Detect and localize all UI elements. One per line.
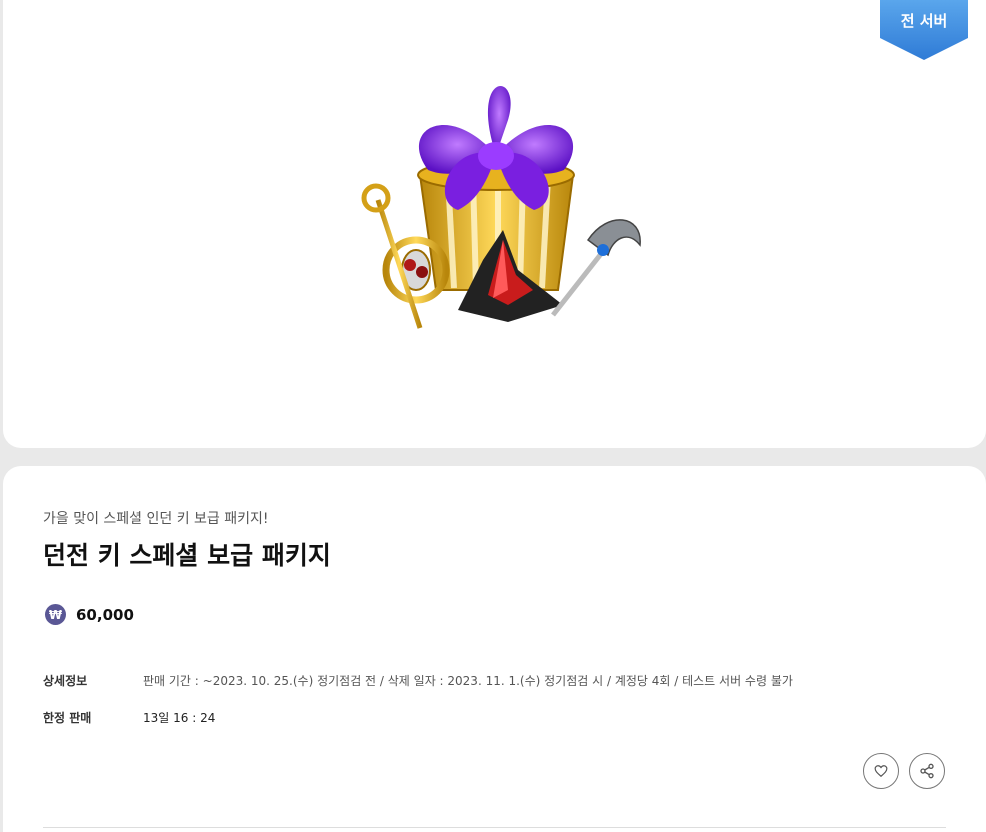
- product-image: [361, 86, 641, 329]
- limited-sale-label: 한정 판매: [43, 711, 92, 725]
- product-info-card: 가을 맞이 스페셜 인던 키 보급 패키지! 던전 키 스페셜 보급 패키지 ₩…: [3, 466, 986, 832]
- product-image-card: 전 서버: [3, 0, 986, 448]
- limited-sale-row: 한정 판매 13일 16 : 24: [43, 709, 215, 726]
- won-currency-icon: ₩: [45, 604, 66, 625]
- limited-sale-countdown: 13일 16 : 24: [143, 711, 216, 725]
- price-row: ₩ 60,000: [45, 604, 134, 625]
- heart-icon: [874, 765, 888, 778]
- product-subtitle: 가을 맞이 스페셜 인던 키 보급 패키지!: [43, 511, 269, 527]
- product-price: 60,000: [76, 605, 134, 624]
- server-badge: 전 서버: [880, 0, 968, 60]
- detail-info-row: 상세정보 판매 기간 : ~2023. 10. 25.(수) 정기점검 전 / …: [43, 672, 793, 689]
- detail-info-value: 판매 기간 : ~2023. 10. 25.(수) 정기점검 전 / 삭제 일자…: [143, 674, 793, 688]
- product-page: 전 서버 가을 맞이 스페셜 인던 키 보급 패키지! 던전 키 스페셜 보급 …: [0, 0, 986, 832]
- share-button[interactable]: [909, 753, 945, 789]
- share-icon: [920, 763, 934, 779]
- like-button[interactable]: [863, 753, 899, 789]
- server-badge-label: 전 서버: [900, 12, 948, 30]
- detail-info-label: 상세정보: [43, 674, 88, 688]
- product-title: 던전 키 스페셜 보급 패키지: [43, 541, 331, 570]
- section-divider: [43, 827, 946, 828]
